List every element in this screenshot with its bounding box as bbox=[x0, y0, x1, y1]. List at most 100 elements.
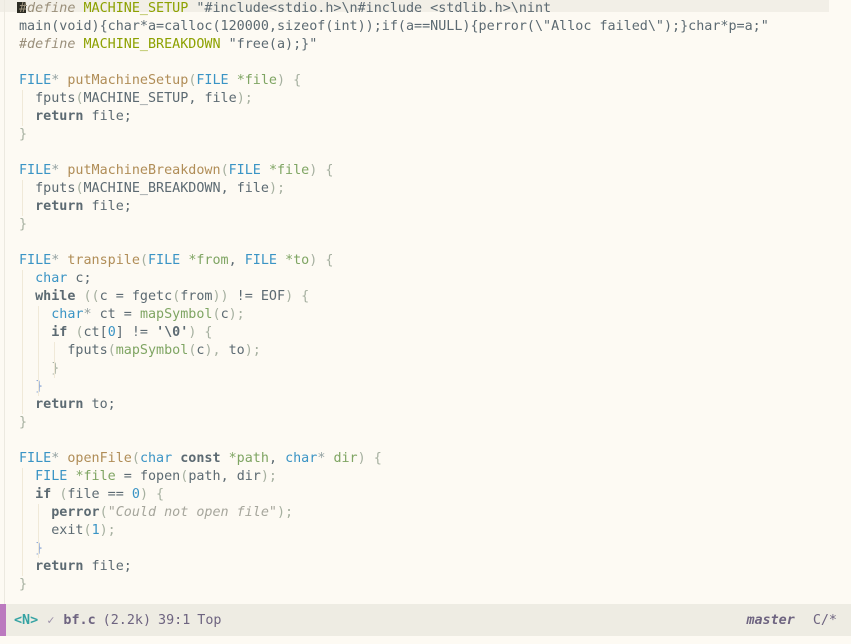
code-token: } bbox=[35, 541, 44, 556]
code-line[interactable]: FILE *file = fopen(path, dir); bbox=[0, 468, 851, 486]
code-line[interactable]: main(void){char*a=calloc(120000,sizeof(i… bbox=[0, 18, 851, 36]
code-line[interactable]: #define MACHINE_BREAKDOWN "free(a);}" bbox=[0, 36, 851, 54]
status-filename[interactable]: bf.c bbox=[63, 613, 95, 628]
code-line[interactable]: #define MACHINE_SETUP "#include<stdio.h>… bbox=[0, 0, 851, 18]
code-token: #define bbox=[19, 1, 76, 16]
code-token: FILE bbox=[244, 253, 286, 268]
code-token: (( bbox=[83, 289, 100, 304]
indent-guide bbox=[38, 360, 39, 378]
status-right-group: master C/* bbox=[746, 604, 837, 636]
code-line[interactable] bbox=[0, 234, 851, 252]
command-line[interactable] bbox=[0, 636, 851, 644]
code-token: char bbox=[51, 307, 84, 322]
vim-mode-indicator: <N> bbox=[14, 612, 39, 628]
status-scroll-position: Top bbox=[197, 612, 222, 628]
code-token: ) { bbox=[188, 325, 213, 340]
code-line[interactable] bbox=[0, 144, 851, 162]
code-line[interactable]: FILE* putMachineBreakdown(FILE *file) { bbox=[0, 162, 851, 180]
code-token: transpile bbox=[67, 253, 140, 268]
code-line[interactable]: FILE* transpile(FILE *from, FILE *to) { bbox=[0, 252, 851, 270]
code-line[interactable]: } bbox=[0, 540, 851, 558]
code-token: dir bbox=[236, 469, 261, 484]
code-token: c bbox=[220, 307, 229, 322]
code-token: *file bbox=[236, 73, 277, 88]
code-token: from bbox=[180, 289, 213, 304]
code-token: "#include<stdio.h>\n#include <stdlib.h>\… bbox=[188, 1, 552, 16]
code-token: MACHINE_SETUP bbox=[83, 91, 189, 106]
code-line[interactable] bbox=[0, 432, 851, 450]
code-token: MACHINE_SETUP bbox=[83, 1, 189, 16]
code-line[interactable]: } bbox=[0, 414, 851, 432]
check-icon: ✓ bbox=[47, 613, 55, 627]
code-line[interactable]: } bbox=[0, 576, 851, 594]
code-line[interactable]: } bbox=[0, 378, 851, 396]
code-token: ) { bbox=[139, 487, 165, 502]
code-token: putMachineBreakdown bbox=[67, 163, 221, 178]
code-token: 0 bbox=[107, 325, 116, 340]
code-token: char bbox=[139, 451, 173, 466]
code-line[interactable]: } bbox=[0, 126, 851, 144]
code-token: "Could not open file" bbox=[107, 505, 277, 520]
code-line[interactable]: FILE* openFile(char const *path, char* d… bbox=[0, 450, 851, 468]
code-line[interactable]: return file; bbox=[0, 198, 851, 216]
code-line[interactable]: if (ct[0] != '\0') { bbox=[0, 324, 851, 342]
status-git-branch[interactable]: master bbox=[746, 613, 794, 628]
code-token: char bbox=[285, 451, 318, 466]
code-token: putMachineSetup bbox=[67, 73, 189, 88]
code-content[interactable]: #define MACHINE_SETUP "#include<stdio.h>… bbox=[0, 0, 851, 594]
code-token: return bbox=[35, 199, 84, 214]
code-line[interactable]: perror("Could not open file"); bbox=[0, 504, 851, 522]
code-line[interactable]: } bbox=[0, 216, 851, 234]
code-line[interactable]: char* ct = mapSymbol(c); bbox=[0, 306, 851, 324]
code-line[interactable]: return file; bbox=[0, 108, 851, 126]
code-line[interactable]: while ((c = fgetc(from)) != EOF) { bbox=[0, 288, 851, 306]
code-token: mapSymbol bbox=[139, 307, 213, 322]
code-line[interactable]: } bbox=[0, 360, 851, 378]
code-token: '\0' bbox=[156, 325, 189, 340]
code-token: ); bbox=[268, 181, 286, 196]
code-token: ) { bbox=[285, 289, 310, 304]
code-token: dir bbox=[333, 451, 358, 466]
indent-guide bbox=[38, 540, 39, 558]
code-editor-pane[interactable]: #define MACHINE_SETUP "#include<stdio.h>… bbox=[0, 0, 851, 604]
code-token: FILE bbox=[196, 73, 237, 88]
code-line[interactable]: fputs(MACHINE_SETUP, file); bbox=[0, 90, 851, 108]
code-line[interactable]: if (file == 0) { bbox=[0, 486, 851, 504]
code-token: return bbox=[35, 109, 84, 124]
code-token: FILE bbox=[19, 451, 52, 466]
code-line[interactable]: fputs(MACHINE_BREAKDOWN, file); bbox=[0, 180, 851, 198]
code-token: ] != bbox=[115, 325, 157, 340]
indent-guide bbox=[38, 522, 39, 540]
indent-guide bbox=[38, 324, 39, 342]
code-token: ct[ bbox=[83, 325, 108, 340]
code-line[interactable]: FILE* putMachineSetup(FILE *file) { bbox=[0, 72, 851, 90]
code-token: 0 bbox=[131, 487, 140, 502]
code-token: to bbox=[228, 343, 245, 358]
code-token: ), bbox=[204, 343, 229, 358]
code-token: to; bbox=[83, 397, 116, 412]
code-token: ( bbox=[75, 325, 84, 340]
code-line[interactable]: fputs(mapSymbol(c), to); bbox=[0, 342, 851, 360]
code-line[interactable] bbox=[0, 54, 851, 72]
code-token: *path bbox=[228, 451, 269, 466]
code-line[interactable]: exit(1); bbox=[0, 522, 851, 540]
indent-guide bbox=[22, 378, 23, 396]
mode-accent-bar bbox=[0, 604, 6, 636]
indent-guide bbox=[22, 198, 23, 216]
code-token: FILE bbox=[228, 163, 269, 178]
code-token: ) { bbox=[277, 73, 302, 88]
indent-guide bbox=[22, 468, 23, 486]
code-token: ); bbox=[99, 523, 116, 538]
code-line[interactable]: return to; bbox=[0, 396, 851, 414]
code-line[interactable]: char c; bbox=[0, 270, 851, 288]
code-token: FILE bbox=[19, 163, 52, 178]
indent-guide bbox=[22, 522, 23, 540]
code-token: ( bbox=[75, 181, 84, 196]
code-token: ( bbox=[107, 343, 116, 358]
code-line[interactable]: return file; bbox=[0, 558, 851, 576]
